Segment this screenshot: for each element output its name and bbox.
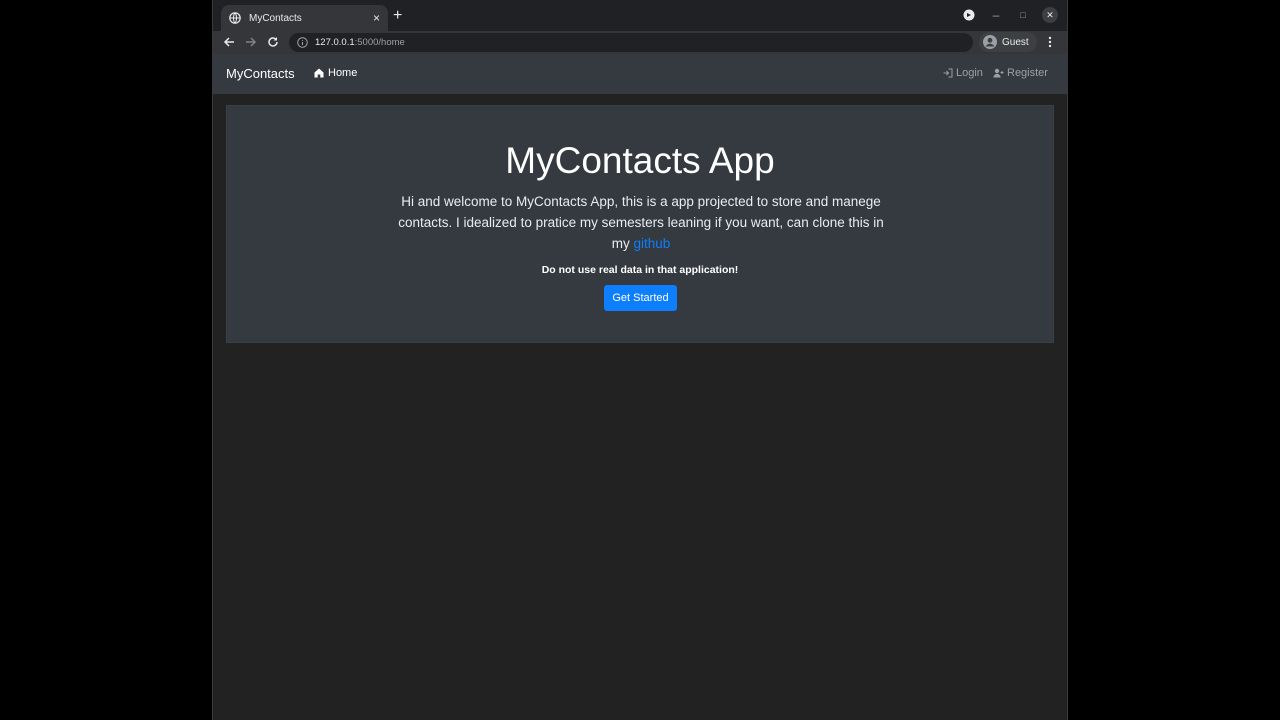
url-text: 127.0.0.1:5000/home [315, 37, 405, 48]
globe-icon [229, 12, 241, 24]
hero-warning: Do not use real data in that application… [541, 264, 739, 276]
info-icon[interactable] [297, 37, 308, 48]
nav-register-link[interactable]: Register [993, 67, 1048, 79]
browser-tab[interactable]: MyContacts × [221, 5, 388, 31]
browser-window: MyContacts × + – □ ✕ 127.0.0.1:5000/home [213, 0, 1067, 720]
user-plus-icon [993, 68, 1004, 78]
home-icon [314, 68, 324, 78]
browser-toolbar: 127.0.0.1:5000/home Guest [213, 31, 1067, 54]
minimize-icon[interactable]: – [988, 7, 1004, 23]
nav-login-label: Login [956, 67, 983, 79]
navbar-brand[interactable]: MyContacts [226, 66, 295, 81]
url-host: 127.0.0.1 [315, 37, 355, 48]
tab-close-icon[interactable]: × [373, 11, 380, 25]
avatar-icon [983, 35, 997, 49]
media-control-icon[interactable] [961, 7, 977, 23]
github-link[interactable]: github [633, 236, 670, 251]
menu-dots-icon[interactable] [1042, 34, 1058, 50]
page-content: MyContacts Home Login Register MyContact… [213, 54, 1067, 720]
login-icon [943, 68, 953, 78]
back-arrow-icon[interactable] [221, 34, 237, 50]
forward-arrow-icon[interactable] [243, 34, 259, 50]
reload-icon[interactable] [265, 34, 281, 50]
nav-home-label: Home [328, 67, 358, 79]
hero-jumbotron: MyContacts App Hi and welcome to MyConta… [226, 105, 1054, 343]
new-tab-icon[interactable]: + [393, 7, 402, 25]
profile-label: Guest [1002, 36, 1029, 48]
tab-title: MyContacts [249, 12, 302, 24]
nav-home-link[interactable]: Home [314, 67, 357, 79]
close-window-icon[interactable]: ✕ [1042, 7, 1058, 23]
tab-strip: MyContacts × + – □ ✕ [213, 0, 1067, 31]
site-navbar: MyContacts Home Login Register [213, 54, 1067, 94]
hero-title: MyContacts App [505, 140, 775, 181]
address-bar[interactable]: 127.0.0.1:5000/home [289, 33, 973, 52]
hero-lead: Hi and welcome to MyContacts App, this i… [391, 191, 891, 254]
get-started-button[interactable]: Get Started [604, 285, 677, 311]
profile-button[interactable]: Guest [979, 32, 1037, 52]
maximize-icon[interactable]: □ [1015, 7, 1031, 23]
nav-login-link[interactable]: Login [943, 67, 983, 79]
url-path: :5000/home [354, 37, 405, 48]
nav-register-label: Register [1007, 67, 1048, 79]
